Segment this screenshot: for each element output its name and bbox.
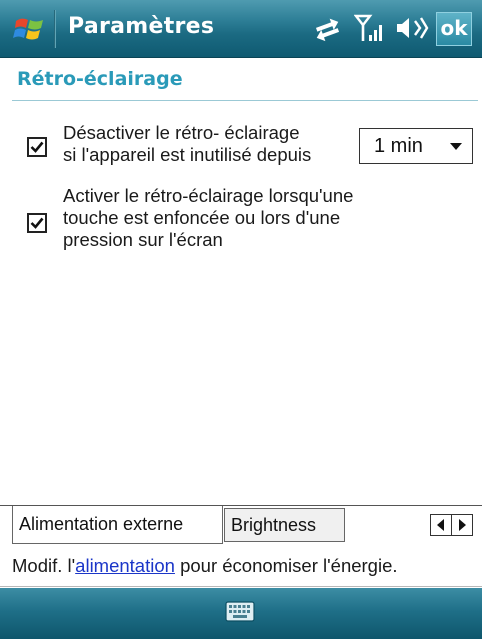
connectivity-icon[interactable]: [312, 13, 342, 43]
enable-on-touch-checkbox[interactable]: [27, 213, 47, 233]
checkmark-icon: [30, 217, 44, 229]
enable-on-touch-line-3: pression sur l'écran: [63, 229, 223, 250]
softkey-bar: [0, 588, 482, 639]
disable-backlight-line-2: si l'appareil est inutilisé depuis: [63, 144, 312, 165]
enable-on-touch-line-2: touche est enfoncée ou lors d'une: [63, 207, 341, 228]
disable-backlight-label: Désactiver le rétro- éclairage si l'appa…: [63, 122, 311, 166]
disable-backlight-line-1: Désactiver le rétro- éclairage: [63, 122, 300, 143]
checkmark-icon: [30, 141, 44, 153]
tab-scroll-right-button[interactable]: [451, 514, 473, 536]
section-title: Rétro-éclairage: [17, 68, 183, 90]
tab-bar: Alimentation externe Brightness: [0, 505, 482, 546]
disable-backlight-checkbox[interactable]: [27, 137, 47, 157]
enable-on-touch-line-1: Activer le rétro-éclairage lorsqu'une: [63, 185, 354, 206]
enable-on-touch-label: Activer le rétro-éclairage lorsqu'une to…: [63, 185, 353, 251]
ok-button[interactable]: ok: [436, 12, 472, 46]
title-separator: [54, 10, 56, 48]
chevron-down-icon: [450, 143, 462, 150]
hint-divider: [0, 586, 482, 587]
keyboard-icon[interactable]: [225, 600, 255, 624]
arrow-right-icon: [459, 519, 466, 531]
signal-icon[interactable]: [354, 13, 384, 45]
hint-prefix: Modif. l': [12, 555, 76, 576]
timeout-value: 1 min: [374, 135, 423, 157]
page-title: Paramètres: [68, 14, 215, 39]
arrow-left-icon: [437, 519, 444, 531]
title-bar: Paramètres ok: [0, 0, 482, 58]
tab-external-power[interactable]: Alimentation externe: [12, 506, 223, 544]
windows-start-icon[interactable]: [12, 12, 46, 46]
hint-suffix: pour économiser l'énergie.: [174, 555, 398, 576]
tab-scroll-left-button[interactable]: [430, 514, 452, 536]
power-hint: Modif. l'alimentation pour économiser l'…: [12, 555, 398, 577]
timeout-dropdown[interactable]: 1 min: [359, 128, 473, 164]
volume-icon[interactable]: [394, 13, 430, 43]
tab-brightness[interactable]: Brightness: [224, 508, 345, 542]
section-divider: [12, 100, 478, 101]
power-settings-link[interactable]: alimentation: [75, 555, 175, 576]
